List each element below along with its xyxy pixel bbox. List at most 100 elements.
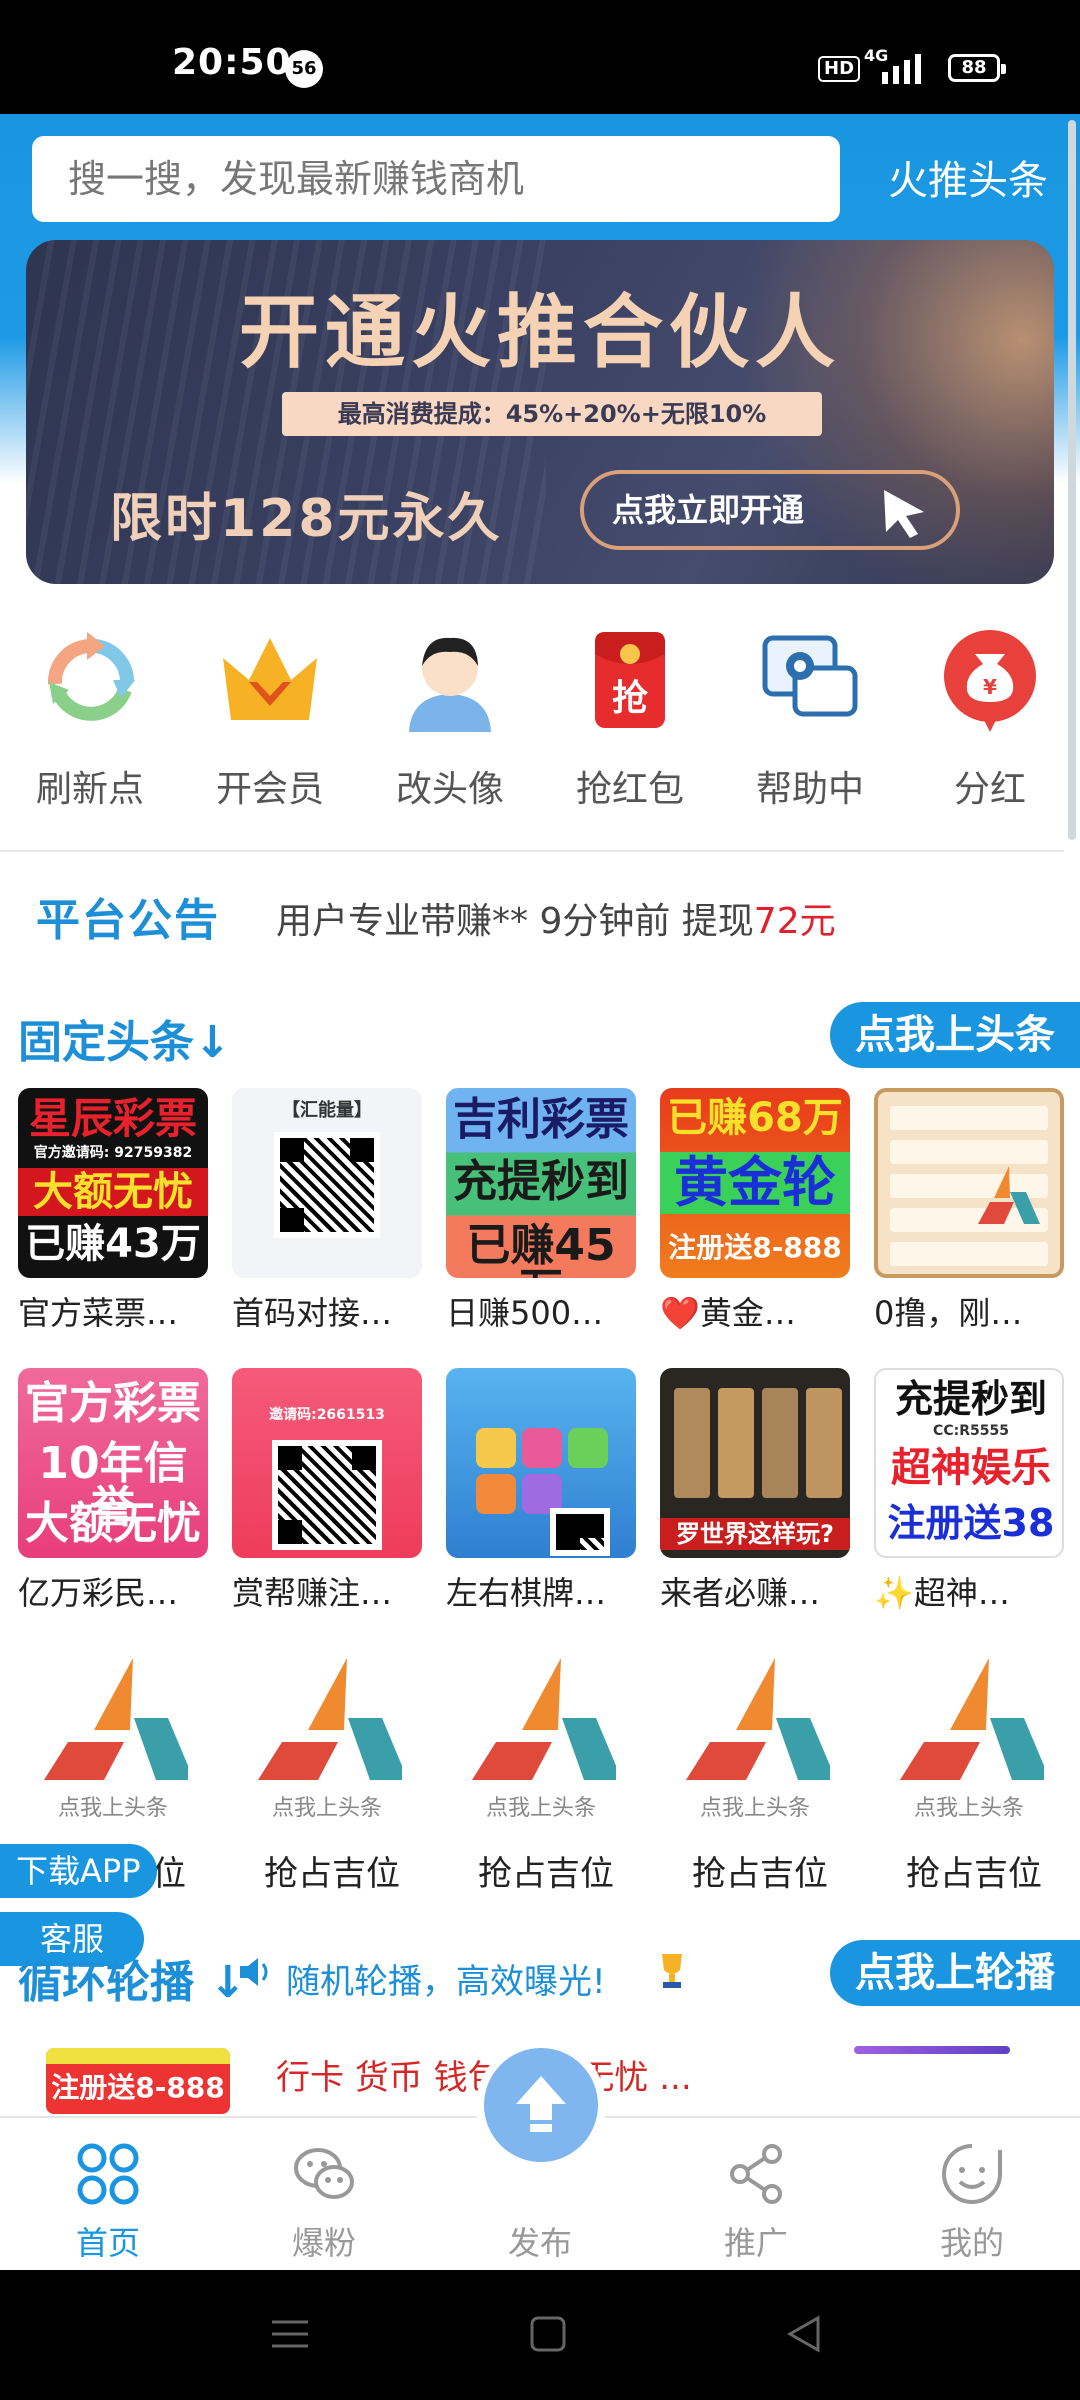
banner-cta-button[interactable]: 点我立即开通 bbox=[580, 470, 960, 550]
svg-text:¥: ¥ bbox=[983, 675, 997, 699]
huotui-headline-link[interactable]: 火推头条 bbox=[888, 148, 1048, 206]
logo-caption: 点我上头条 bbox=[57, 1796, 168, 1821]
qr-code bbox=[272, 1440, 382, 1550]
share-icon bbox=[730, 2144, 782, 2204]
tile-text: 黄金轮 bbox=[660, 1152, 850, 1214]
signal-icon bbox=[882, 54, 921, 84]
publish-button[interactable] bbox=[476, 2040, 606, 2170]
tile-caption: 抢占吉位 bbox=[692, 1854, 828, 1894]
tile-image: 官方彩票 10年信誉 大额无忧 bbox=[18, 1368, 208, 1558]
back-icon[interactable] bbox=[784, 2314, 824, 2354]
headline-tile[interactable]: 【汇能量】 首码对接… bbox=[232, 1088, 422, 1334]
tile-image: 点我上头条 bbox=[18, 1646, 208, 1836]
home-button-icon[interactable] bbox=[528, 2314, 568, 2354]
tile-text: 注册送8-888 bbox=[668, 1231, 842, 1264]
tab-label: 爆粉 bbox=[291, 2224, 356, 2262]
notice-text: 用户专业带赚** 9分钟前 提现 bbox=[276, 901, 754, 942]
quick-item-help[interactable]: 帮助中 bbox=[730, 614, 890, 814]
vacant-slot-tile[interactable]: 点我上头条 抢占吉位 bbox=[232, 1646, 422, 1895]
banner-title: 开通火推合伙人 bbox=[239, 286, 841, 379]
quick-item-refresh[interactable]: 刷新点 bbox=[10, 614, 170, 814]
help-chat-icon bbox=[762, 635, 858, 717]
quick-item-label: 改头像 bbox=[395, 769, 504, 810]
qr-code bbox=[274, 1132, 380, 1238]
logo-caption: 点我上头条 bbox=[699, 1796, 810, 1821]
vacant-slot-tile[interactable]: 点我上头条 抢占吉位 bbox=[660, 1646, 850, 1895]
quick-item-vip[interactable]: 开会员 bbox=[190, 614, 350, 814]
logo-icon bbox=[686, 1658, 830, 1780]
tile-image: 星辰彩票 官方邀请码: 92759382 大额无忧 已赚43万 bbox=[18, 1088, 208, 1278]
tab-promote[interactable]: 推广 bbox=[648, 2118, 864, 2272]
red-envelope-icon: 抢 bbox=[595, 632, 665, 728]
tile-image: 点我上头条 bbox=[874, 1646, 1064, 1836]
banner-cta-label: 点我立即开通 bbox=[612, 491, 805, 529]
logo-icon bbox=[44, 1658, 188, 1780]
notice-amount: 72元 bbox=[753, 901, 836, 942]
tile-text: 已赚43万 bbox=[25, 1221, 201, 1267]
tile-caption: ✨超神… bbox=[874, 1574, 1010, 1612]
headline-tile[interactable]: 左右棋牌… bbox=[446, 1368, 636, 1614]
logo-icon bbox=[978, 1166, 1040, 1224]
download-app-button[interactable]: 下载APP bbox=[0, 1844, 157, 1898]
tile-note: 官方邀请码: 92759382 bbox=[33, 1145, 193, 1161]
vacant-slot-tile[interactable]: 点我上头条 抢占吉位 bbox=[446, 1646, 636, 1895]
tile-text: 罗世界这样玩? bbox=[660, 1518, 850, 1550]
tile-text: 充提秒到 bbox=[453, 1156, 629, 1207]
tile-caption: 日赚500… bbox=[446, 1294, 604, 1332]
quick-menu: 刷新点 开会员 改头像 抢 抢红包 帮助中 ¥ 分红 bbox=[0, 614, 1080, 844]
headline-tile[interactable]: 罗世界这样玩? 来者必赚… bbox=[660, 1368, 850, 1614]
speaker-icon bbox=[240, 1958, 268, 1986]
headline-tile[interactable]: 星辰彩票 官方邀请码: 92759382 大额无忧 已赚43万 官方菜票… bbox=[18, 1088, 208, 1334]
carousel-item-image[interactable]: 注册送8-888 bbox=[46, 2048, 230, 2114]
quick-item-avatar[interactable]: 改头像 bbox=[370, 614, 530, 814]
tile-text: 邀请码:2661513 bbox=[269, 1407, 385, 1423]
svg-text:抢: 抢 bbox=[612, 677, 649, 719]
headline-tile[interactable]: 0撸，刚… bbox=[874, 1088, 1064, 1334]
quick-item-dividend[interactable]: ¥ 分红 bbox=[910, 614, 1070, 814]
tab-fans[interactable]: 爆粉 bbox=[216, 2118, 432, 2272]
tile-caption: ❤️黄金… bbox=[660, 1294, 796, 1332]
home-grid-icon bbox=[77, 2143, 139, 2205]
quick-item-label: 抢红包 bbox=[575, 769, 684, 810]
search-input[interactable]: 搜一搜，发现最新赚钱商机 bbox=[32, 136, 840, 222]
tile-text: 超神娱乐 bbox=[891, 1445, 1051, 1491]
tile-caption: 首码对接… bbox=[232, 1294, 393, 1332]
tile-text: 注册送38 bbox=[887, 1501, 1055, 1545]
headline-tile[interactable]: 充提秒到 CC:R5555 超神娱乐 注册送38 ✨超神… bbox=[874, 1368, 1064, 1614]
tab-mine[interactable]: 我的 bbox=[864, 2118, 1080, 2272]
tab-label: 发布 bbox=[507, 2224, 572, 2262]
crown-icon bbox=[223, 638, 317, 720]
battery-icon: 88 bbox=[948, 54, 1006, 82]
upload-icon bbox=[516, 2076, 566, 2132]
promo-banner[interactable]: 开通火推合伙人 最高消费提成：45%+20%+无限10% 限时128元永久 点我… bbox=[26, 240, 1054, 584]
tab-label: 我的 bbox=[939, 2224, 1004, 2262]
headline-tile[interactable]: 邀请码:2661513 赏帮赚注… bbox=[232, 1368, 422, 1614]
carousel-button[interactable]: 点我上轮播 bbox=[830, 1940, 1080, 2006]
headline-tile[interactable]: 官方彩票 10年信誉 大额无忧 亿万彩民… bbox=[18, 1368, 208, 1614]
notification-count-badge: 56 bbox=[285, 50, 323, 88]
quick-item-label: 帮助中 bbox=[755, 769, 864, 810]
tile-caption: 抢占吉位 bbox=[264, 1854, 400, 1894]
menu-icon[interactable] bbox=[270, 2314, 310, 2354]
quick-item-label: 刷新点 bbox=[35, 769, 144, 810]
vacant-slot-tile[interactable]: 点我上头条 抢占吉位 bbox=[874, 1646, 1064, 1895]
tile-text: 已赚45万 bbox=[466, 1220, 616, 1279]
banner-price: 限时128元永久 bbox=[110, 489, 503, 549]
quick-item-red-envelope[interactable]: 抢 抢红包 bbox=[550, 614, 710, 814]
headline-tile[interactable]: 吉利彩票 充提秒到 已赚45万 日赚500… bbox=[446, 1088, 636, 1334]
smiley-icon bbox=[942, 2144, 1002, 2204]
tile-image: 点我上头条 bbox=[660, 1646, 850, 1836]
headline-tile[interactable]: 已赚68万 黄金轮 注册送8-888 ❤️黄金… bbox=[660, 1088, 850, 1334]
status-time: 20:50 bbox=[172, 42, 292, 83]
logo-icon bbox=[472, 1658, 616, 1780]
wechat-icon bbox=[294, 2148, 354, 2199]
fixed-headline-button[interactable]: 点我上头条 bbox=[830, 1002, 1080, 1068]
tile-image: 吉利彩票 充提秒到 已赚45万 bbox=[446, 1088, 636, 1278]
tile-note: CC:R5555 bbox=[933, 1423, 1009, 1439]
notice-marquee[interactable]: 用户专业带赚** 9分钟前 提现72元 bbox=[276, 892, 836, 944]
tab-home[interactable]: 首页 bbox=[0, 2118, 216, 2272]
money-bag-icon: ¥ bbox=[944, 630, 1036, 732]
quick-item-label: 分红 bbox=[953, 769, 1026, 810]
fixed-headlines-title: 固定头条↓ bbox=[18, 1017, 231, 1068]
tile-caption: 抢占吉位 bbox=[906, 1854, 1042, 1894]
